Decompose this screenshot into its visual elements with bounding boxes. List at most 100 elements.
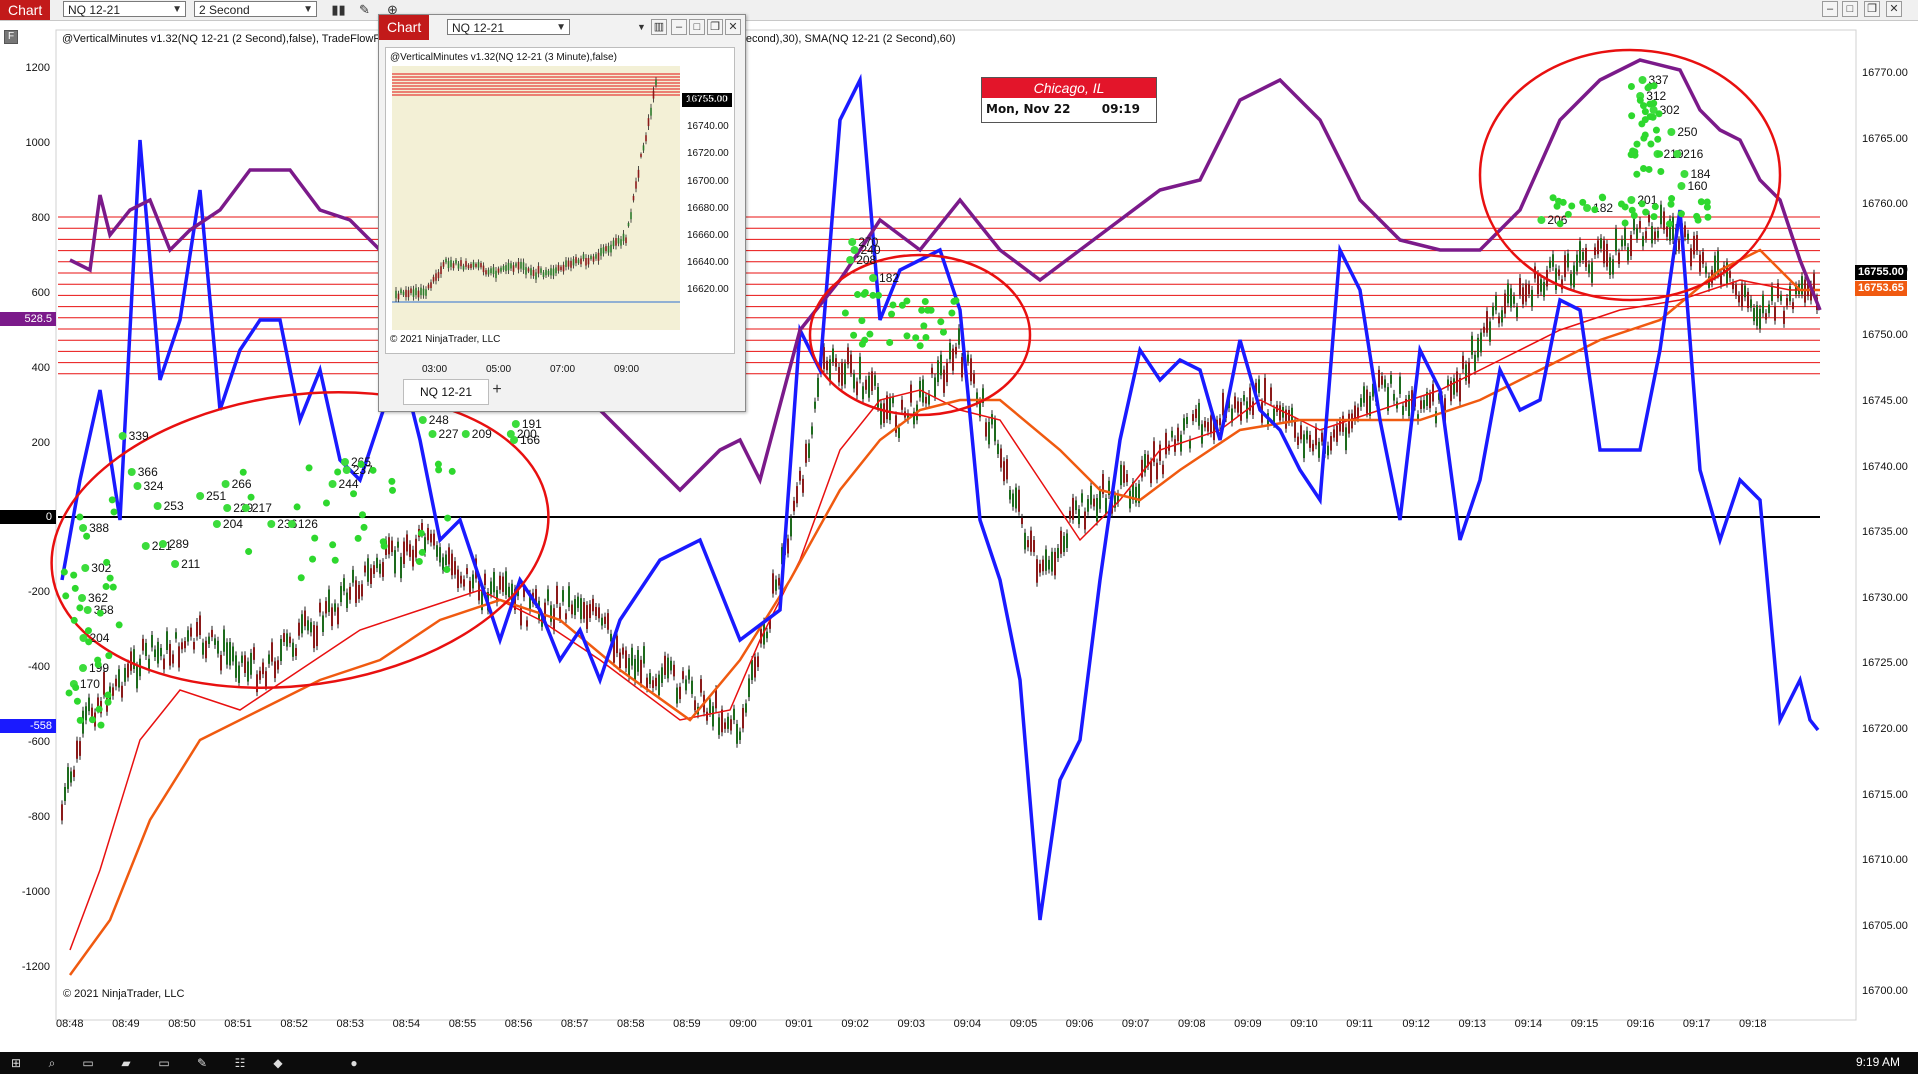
candle-body [1327,445,1329,456]
candle-body [1066,533,1068,548]
network-icon[interactable]: ☷ [232,1055,248,1071]
candle-body [850,354,852,373]
order-flow-label: 217 [252,501,272,515]
candle-body [1783,310,1785,324]
candle-body [1789,286,1791,302]
subwindow-chart-tab[interactable]: Chart [379,15,430,40]
order-flow-label: 216 [1683,147,1703,161]
subwindow-chart-area[interactable]: @VerticalMinutes v1.32(NQ 12-21 (3 Minut… [385,47,735,375]
subwindow-candle-body [577,259,580,264]
candle-body [1621,239,1623,247]
candle-body [127,663,129,678]
order-dot [94,660,102,668]
file-explorer-icon[interactable]: ▰ [118,1055,134,1071]
subwindow-candle-body [480,263,482,268]
subwindow-candle-body [482,265,485,273]
order-dot [287,520,296,528]
subwindow-instrument-tab[interactable]: NQ 12-21 [403,379,489,405]
task-view-icon[interactable]: ▭ [80,1055,96,1071]
subwindow-maximize-button[interactable]: □ [689,19,705,35]
paint-icon[interactable]: ◆ [270,1055,286,1071]
candle-body [562,590,564,602]
candle-body [124,667,126,682]
order-dot [1656,150,1664,158]
time-axis-tick: 09:18 [1739,1018,1767,1030]
candle-body [436,545,438,557]
order-dot [869,291,877,299]
main-chart-panel[interactable]: 3393663243883023623582041991702532212892… [0,20,1918,1050]
subwindow-restore-button[interactable]: ❐ [707,19,723,35]
order-dot [1677,182,1686,190]
candle-body [1294,420,1296,438]
candle-body [508,586,510,598]
search-icon[interactable]: ⌕ [44,1055,60,1071]
restore-button[interactable]: ❐ [1864,1,1880,17]
subwindow-candle-body [550,268,552,276]
app-icon[interactable]: ● [346,1055,362,1071]
candle-body [862,386,864,400]
dropdown-arrow-icon[interactable]: ▼ [633,19,650,36]
instrument-selector[interactable]: NQ 12-21 ▼ [63,1,186,17]
floating-chart-window[interactable]: Chart NQ 12-21 ▼ ▼ ▥ – □ ❐ ✕ @VerticalMi… [378,14,746,412]
windows-start-icon[interactable]: ⊞ [8,1055,24,1071]
chart-tab[interactable]: Chart [0,0,51,20]
candle-body [988,421,990,445]
right-axis-tick: 16705.00 [1862,919,1908,932]
left-axis-tick: -400 [27,661,50,674]
close-button[interactable]: ✕ [1886,1,1902,17]
candle-body [892,397,894,404]
subwindow-candle-body [422,288,425,296]
candle-body [250,652,252,675]
interval-selector[interactable]: 2 Second ▼ [194,1,317,17]
subwindow-instrument-selector[interactable]: NQ 12-21 ▼ [447,19,570,35]
candle-body [1201,424,1203,444]
order-dot [108,496,116,504]
add-tab-button[interactable]: + [487,379,507,403]
order-dot [903,332,911,340]
order-dot [1641,108,1649,116]
candle-body [1075,500,1077,511]
order-dot [357,460,365,468]
order-dot [921,298,929,306]
candle-body [1747,291,1749,309]
subwindow-candle-body [462,265,465,270]
order-dot [71,584,79,592]
candle-body [1528,284,1530,295]
subwindow-options-button[interactable]: ▥ [651,19,667,35]
candle-body [556,585,558,604]
candle-body [1042,559,1044,572]
candle-body [835,358,837,367]
candle-body [172,654,174,664]
candle-body [943,369,945,393]
candle-body [859,356,861,380]
candle-body [1471,335,1473,355]
order-flow-label: 204 [223,517,243,531]
maximize-button[interactable]: □ [1842,1,1858,17]
clock-widget: Chicago, IL Mon, Nov 22 09:19 [981,77,1157,123]
candle-body [1036,559,1038,583]
candle-body [643,646,645,664]
candle-body [961,356,963,378]
notepad-icon[interactable]: ✎ [194,1055,210,1071]
candle-body [1618,252,1620,264]
minimize-button[interactable]: – [1822,1,1838,17]
order-dot [1704,213,1712,221]
candle-body [1504,293,1506,314]
bar-chart-icon[interactable]: ▮▮ [330,1,347,18]
order-dot [417,529,425,537]
cmd-icon[interactable]: ▭ [156,1055,172,1071]
candle-body [775,579,777,591]
order-dot [1568,202,1576,210]
candle-body [1531,289,1533,308]
subwindow-candle-body [615,238,617,246]
subwindow-minimize-button[interactable]: – [671,19,687,35]
candle-body [277,660,279,670]
candle-body [1381,376,1383,385]
pencil-icon[interactable]: ✎ [356,1,373,18]
candle-body [325,601,327,614]
order-dot [267,520,276,528]
candle-body [490,581,492,595]
subwindow-close-button[interactable]: ✕ [725,19,741,35]
main-chart-canvas[interactable]: 3393663243883023623582041991702532212892… [0,20,1918,1050]
right-axis-tick: 16770.00 [1862,67,1908,79]
